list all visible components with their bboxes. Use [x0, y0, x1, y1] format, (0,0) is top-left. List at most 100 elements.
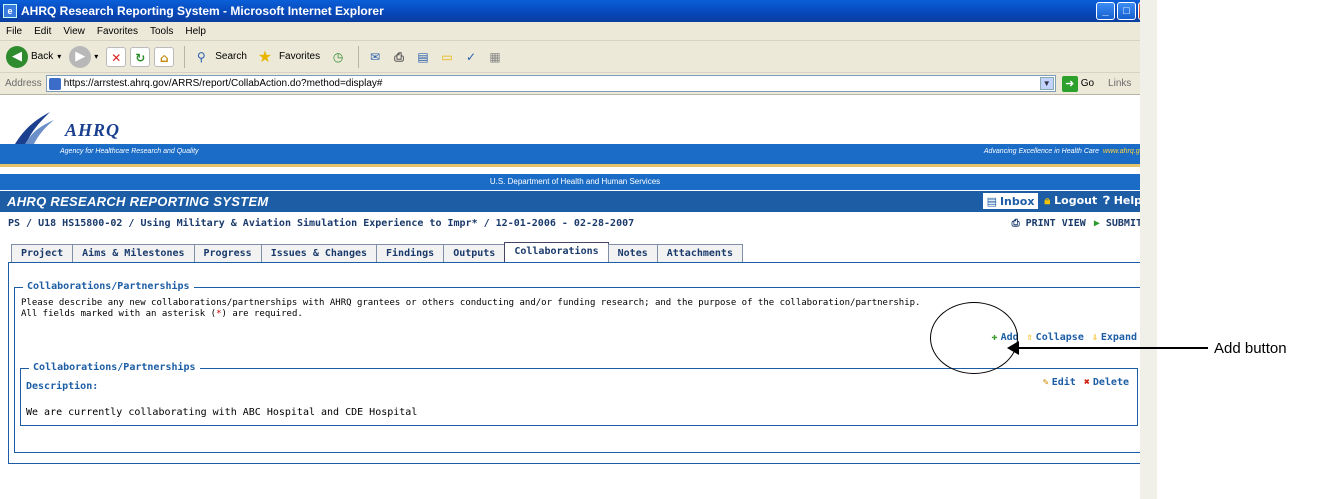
- help-icon: ❓︎: [1103, 194, 1110, 207]
- search-label: Search: [215, 51, 247, 62]
- browser-toolbar: ◀ Back ▾ ▶ ▾ ✕ ↻ ⌂ ⚲ Search ★ Favorites …: [0, 41, 1157, 73]
- menu-view[interactable]: View: [63, 26, 85, 37]
- address-input[interactable]: https://arrstest.ahrq.gov/ARRS/report/Co…: [45, 75, 1056, 92]
- inbox-button[interactable]: ▤ Inbox: [982, 193, 1039, 209]
- print-view-label: PRINT VIEW: [1025, 218, 1086, 229]
- path-actions: ⎙ PRINT VIEW ▶ SUBMIT: [1012, 218, 1142, 229]
- collapse-label: Collapse: [1035, 332, 1084, 343]
- history-icon[interactable]: ◷: [328, 47, 348, 67]
- go-button[interactable]: ➜ Go: [1061, 75, 1095, 92]
- annotation-arrowhead: [1007, 341, 1019, 355]
- breadcrumb: PS / U18 HS15800-02 / Using Military & A…: [0, 218, 1150, 234]
- address-dropdown-icon[interactable]: ▼: [1039, 77, 1054, 90]
- menu-file[interactable]: File: [6, 26, 22, 37]
- collapse-button[interactable]: ⇧ Collapse: [1027, 332, 1084, 343]
- title-bar: e AHRQ Research Reporting System - Micro…: [0, 0, 1157, 22]
- research-icon[interactable]: ▦: [485, 47, 505, 67]
- maximize-button[interactable]: □: [1117, 2, 1136, 20]
- mail-icon[interactable]: ✉: [365, 47, 385, 67]
- back-label: Back: [31, 51, 54, 62]
- pencil-icon: ✎: [1042, 377, 1049, 388]
- up-arrow-icon: ⇧: [1026, 332, 1033, 343]
- app-actions: ▤ Inbox 🔒︎ Logout ❓︎ Help: [982, 193, 1142, 209]
- menu-favorites[interactable]: Favorites: [97, 26, 138, 37]
- logout-button[interactable]: 🔒︎ Logout: [1044, 194, 1097, 208]
- header-rule: [0, 164, 1150, 167]
- record-legend: Collaborations/Partnerships: [29, 362, 200, 373]
- stop-icon[interactable]: ✕: [106, 46, 127, 67]
- help-button[interactable]: ❓︎ Help: [1103, 194, 1142, 208]
- print-view-button[interactable]: ⎙ PRINT VIEW: [1012, 218, 1086, 229]
- tab-attachments[interactable]: Attachments: [656, 244, 743, 262]
- logout-label: Logout: [1054, 194, 1098, 207]
- delete-x-icon: ✖: [1083, 377, 1090, 388]
- folder-icon[interactable]: ▭: [437, 47, 457, 67]
- go-label: Go: [1080, 78, 1095, 89]
- down-arrow-icon: ⇩: [1091, 332, 1098, 343]
- favorites-button[interactable]: ★ Favorites: [255, 47, 320, 67]
- submit-button[interactable]: ▶ SUBMIT: [1094, 218, 1142, 229]
- search-icon: ⚲: [196, 49, 206, 64]
- description-prefix: All fields marked with an asterisk (: [21, 309, 217, 319]
- edit-label: Edit: [1051, 377, 1076, 388]
- menu-edit[interactable]: Edit: [34, 26, 51, 37]
- menu-help[interactable]: Help: [185, 26, 206, 37]
- app-header: AHRQ RESEARCH REPORTING SYSTEM ▤ Inbox 🔒…: [0, 191, 1150, 212]
- refresh-icon[interactable]: ↻: [130, 46, 151, 67]
- print-icon[interactable]: ⎙: [389, 47, 409, 67]
- spellcheck-icon[interactable]: ✓: [461, 47, 481, 67]
- app-title: AHRQ RESEARCH REPORTING SYSTEM: [7, 194, 269, 209]
- back-dropdown-icon[interactable]: ▾: [57, 52, 61, 61]
- description-suffix: ) are required.: [221, 309, 303, 319]
- forward-dropdown-icon[interactable]: ▾: [94, 52, 98, 61]
- edit-page-icon[interactable]: ▤: [413, 47, 433, 67]
- tab-collaborations[interactable]: Collaborations: [504, 242, 609, 262]
- tab-aims-milestones[interactable]: Aims & Milestones: [72, 244, 195, 262]
- tab-progress[interactable]: Progress: [193, 244, 262, 262]
- toolbar-separator: [184, 45, 186, 68]
- star-icon: ★: [257, 46, 273, 66]
- tab-project[interactable]: Project: [11, 244, 74, 262]
- submit-label: SUBMIT: [1105, 218, 1142, 229]
- forward-button[interactable]: ▶ ▾: [69, 45, 98, 68]
- favorites-label: Favorites: [278, 51, 321, 62]
- window-title: AHRQ Research Reporting System - Microso…: [21, 4, 384, 18]
- printer-icon: ⎙: [1011, 218, 1020, 229]
- minimize-button[interactable]: _: [1096, 2, 1115, 20]
- search-button[interactable]: ⚲ Search: [191, 47, 247, 67]
- section-description: Please describe any new collaborations/p…: [21, 298, 920, 320]
- go-arrow-icon: ➜: [1061, 75, 1078, 92]
- tab-issues-changes[interactable]: Issues & Changes: [260, 244, 378, 262]
- agency-name: Agency for Healthcare Research and Quali…: [60, 148, 199, 155]
- description-line-2: All fields marked with an asterisk (*) a…: [21, 309, 920, 320]
- annotation-line: [1012, 347, 1208, 349]
- annotation-label: Add button: [1214, 340, 1287, 357]
- tagline-text: Advancing Excellence in Health Care: [983, 148, 1100, 155]
- annotation-circle: [930, 302, 1018, 374]
- back-arrow-icon: ◀: [6, 45, 28, 68]
- tagline: Advancing Excellence in Health Care www.a…: [984, 148, 1147, 155]
- expand-button[interactable]: ⇩ Expand: [1092, 332, 1137, 343]
- tab-notes[interactable]: Notes: [607, 244, 658, 262]
- links-label[interactable]: Links: [1108, 78, 1131, 89]
- menu-tools[interactable]: Tools: [150, 26, 173, 37]
- back-button[interactable]: ◀ Back ▾: [6, 45, 61, 68]
- tab-strip: Project Aims & Milestones Progress Issue…: [11, 242, 743, 262]
- ie-icon: e: [3, 4, 17, 18]
- menu-bar: File Edit View Favorites Tools Help: [0, 22, 1157, 41]
- address-url: https://arrstest.ahrq.gov/ARRS/report/Co…: [63, 78, 383, 89]
- hhs-bar: U.S. Department of Health and Human Serv…: [0, 174, 1150, 190]
- logo-area: AHRQ: [0, 100, 1157, 150]
- lock-icon: 🔒︎: [1044, 194, 1051, 207]
- delete-label: Delete: [1092, 377, 1129, 388]
- description-line-1: Please describe any new collaborations/p…: [21, 298, 921, 308]
- tab-outputs[interactable]: Outputs: [443, 244, 506, 262]
- submit-arrow-icon: ▶: [1093, 218, 1100, 229]
- inbox-label: Inbox: [999, 194, 1035, 208]
- tab-findings[interactable]: Findings: [376, 244, 445, 262]
- home-icon[interactable]: ⌂: [154, 46, 175, 67]
- section-legend: Collaborations/Partnerships: [23, 281, 194, 292]
- collaboration-record: Collaborations/Partnerships Description:…: [20, 362, 1138, 426]
- delete-button[interactable]: ✖ Delete: [1084, 377, 1129, 388]
- edit-button[interactable]: ✎ Edit: [1043, 377, 1076, 388]
